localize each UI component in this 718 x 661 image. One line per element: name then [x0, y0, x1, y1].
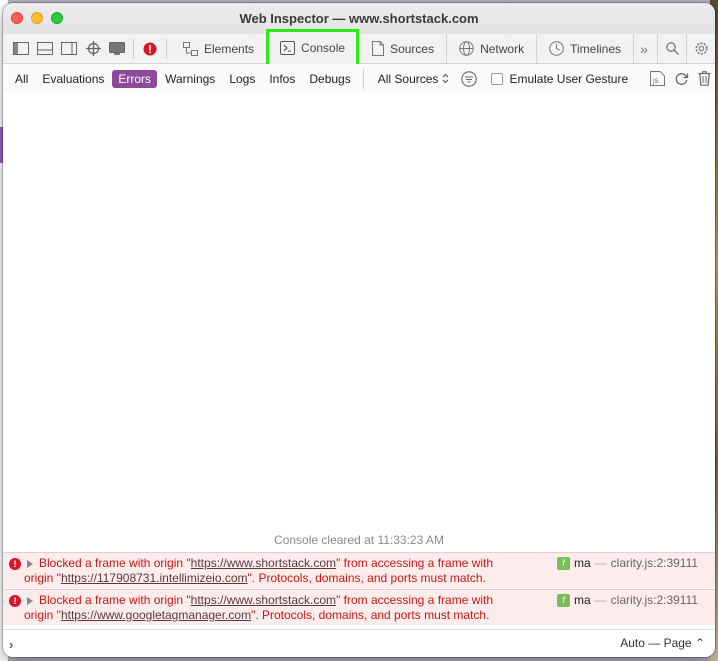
message-location[interactable]: f ma — clarity.js:2:39111 — [557, 593, 698, 607]
updown-chevron-icon — [443, 73, 449, 84]
filter-bar: All Evaluations Errors Warnings Logs Inf… — [3, 64, 715, 94]
message-link[interactable]: https://www.shortstack.com — [191, 556, 336, 570]
filter-separator — [362, 68, 364, 89]
web-inspector-window: Web Inspector — www.shortstack.com Eleme… — [3, 3, 715, 657]
console-prompt[interactable]: › Auto — Page ⌃ — [3, 629, 715, 657]
function-name: ma — [574, 556, 591, 570]
gear-icon[interactable] — [687, 34, 715, 63]
sources-dropdown-label: All Sources — [377, 71, 439, 86]
minimize-button[interactable] — [31, 12, 43, 24]
tab-elements[interactable]: Elements — [171, 34, 266, 63]
tab-console[interactable]: Console — [266, 28, 360, 67]
clear-console-icon[interactable] — [698, 71, 711, 86]
zoom-button[interactable] — [51, 12, 63, 24]
console-error-message[interactable]: ! Blocked a frame with origin "https://w… — [3, 589, 715, 625]
more-tabs-icon[interactable]: » — [631, 34, 657, 63]
error-indicator-icon[interactable] — [138, 34, 162, 63]
message-link[interactable]: https://www.shortstack.com — [191, 593, 336, 607]
location-separator: — — [594, 593, 607, 607]
window-controls — [11, 12, 63, 24]
elements-icon — [183, 41, 198, 56]
tab-sources[interactable]: Sources — [360, 34, 446, 63]
message-location[interactable]: f ma — clarity.js:2:39111 — [557, 556, 698, 570]
filter-bar-actions: JS — [650, 64, 711, 93]
tab-network[interactable]: Network — [447, 34, 536, 63]
message-text: origin " — [24, 571, 61, 585]
device-settings-icon[interactable] — [105, 34, 129, 63]
filter-all[interactable]: All — [9, 70, 34, 88]
message-text: " from accessing a frame with — [336, 593, 494, 607]
console-output: Console cleared at 11:33:23 AM — [3, 92, 715, 554]
dock-bottom-icon[interactable] — [33, 34, 57, 63]
search-icon[interactable] — [658, 34, 686, 63]
javascript-context-icon[interactable]: JS — [650, 71, 665, 86]
function-badge-icon: f — [557, 593, 570, 607]
filter-errors[interactable]: Errors — [112, 69, 158, 88]
tab-label: Sources — [390, 41, 435, 56]
message-link[interactable]: https://www.googletagmanager.com — [61, 608, 251, 622]
console-icon — [280, 40, 296, 55]
prompt-chevron-icon: › — [9, 636, 14, 652]
message-text: " from accessing a frame with — [336, 556, 494, 570]
element-picker-icon[interactable] — [81, 34, 105, 63]
message-text: ". Protocols, domains, and ports must ma… — [247, 571, 486, 585]
filter-warnings[interactable]: Warnings — [159, 70, 221, 88]
sources-dropdown[interactable]: All Sources — [378, 72, 450, 86]
network-icon — [459, 41, 474, 56]
svg-text:JS: JS — [652, 78, 659, 85]
tab-label: Timelines — [570, 41, 622, 56]
sources-icon — [372, 41, 385, 56]
tab-bar: Elements Console Sources Network Timelin… — [3, 28, 715, 67]
tab-label: Elements — [204, 41, 255, 56]
error-icon: ! — [9, 558, 21, 570]
toolbar-right: » — [631, 34, 715, 63]
filter-list-icon[interactable] — [461, 70, 478, 87]
error-message-text: Blocked a frame with origin "https://www… — [24, 556, 544, 586]
source-location-link[interactable]: clarity.js:2:39111 — [611, 556, 698, 570]
filter-logs[interactable]: Logs — [223, 70, 261, 88]
close-button[interactable] — [11, 12, 23, 24]
message-text: Blocked a frame with origin " — [39, 556, 191, 570]
tab-label: Console — [301, 40, 346, 55]
emulate-gesture-label: Emulate User Gesture — [509, 71, 629, 86]
message-text: Blocked a frame with origin " — [39, 593, 191, 607]
function-name: ma — [574, 593, 591, 607]
message-link[interactable]: https://117908731.intellimizeio.com — [61, 571, 248, 585]
dock-left-icon[interactable] — [9, 34, 33, 63]
source-location-link[interactable]: clarity.js:2:39111 — [611, 593, 698, 607]
filter-debugs[interactable]: Debugs — [303, 70, 356, 88]
execution-context-selector[interactable]: Auto — Page ⌃ — [620, 636, 705, 650]
toolbar-separator — [166, 38, 167, 59]
error-message-text: Blocked a frame with origin "https://www… — [24, 593, 544, 623]
reload-icon[interactable] — [674, 71, 689, 86]
tab-timelines[interactable]: Timelines — [537, 34, 633, 63]
timelines-icon — [549, 41, 564, 56]
tab-label: Network — [480, 41, 525, 56]
console-error-message[interactable]: ! Blocked a frame with origin "https://w… — [3, 552, 715, 588]
message-text: ". Protocols, domains, and ports must ma… — [251, 608, 490, 622]
dock-right-icon[interactable] — [57, 34, 81, 63]
toolbar-separator — [133, 38, 134, 59]
filter-evaluations[interactable]: Evaluations — [36, 70, 110, 88]
window-title: Web Inspector — www.shortstack.com — [239, 11, 479, 26]
console-cleared-message: Console cleared at 11:33:23 AM — [274, 533, 444, 547]
emulate-gesture-checkbox[interactable] — [491, 72, 504, 85]
filter-infos[interactable]: Infos — [263, 70, 301, 88]
location-separator: — — [594, 556, 607, 570]
message-text: origin " — [24, 608, 61, 622]
error-icon: ! — [9, 595, 21, 607]
function-badge-icon: f — [557, 556, 570, 570]
